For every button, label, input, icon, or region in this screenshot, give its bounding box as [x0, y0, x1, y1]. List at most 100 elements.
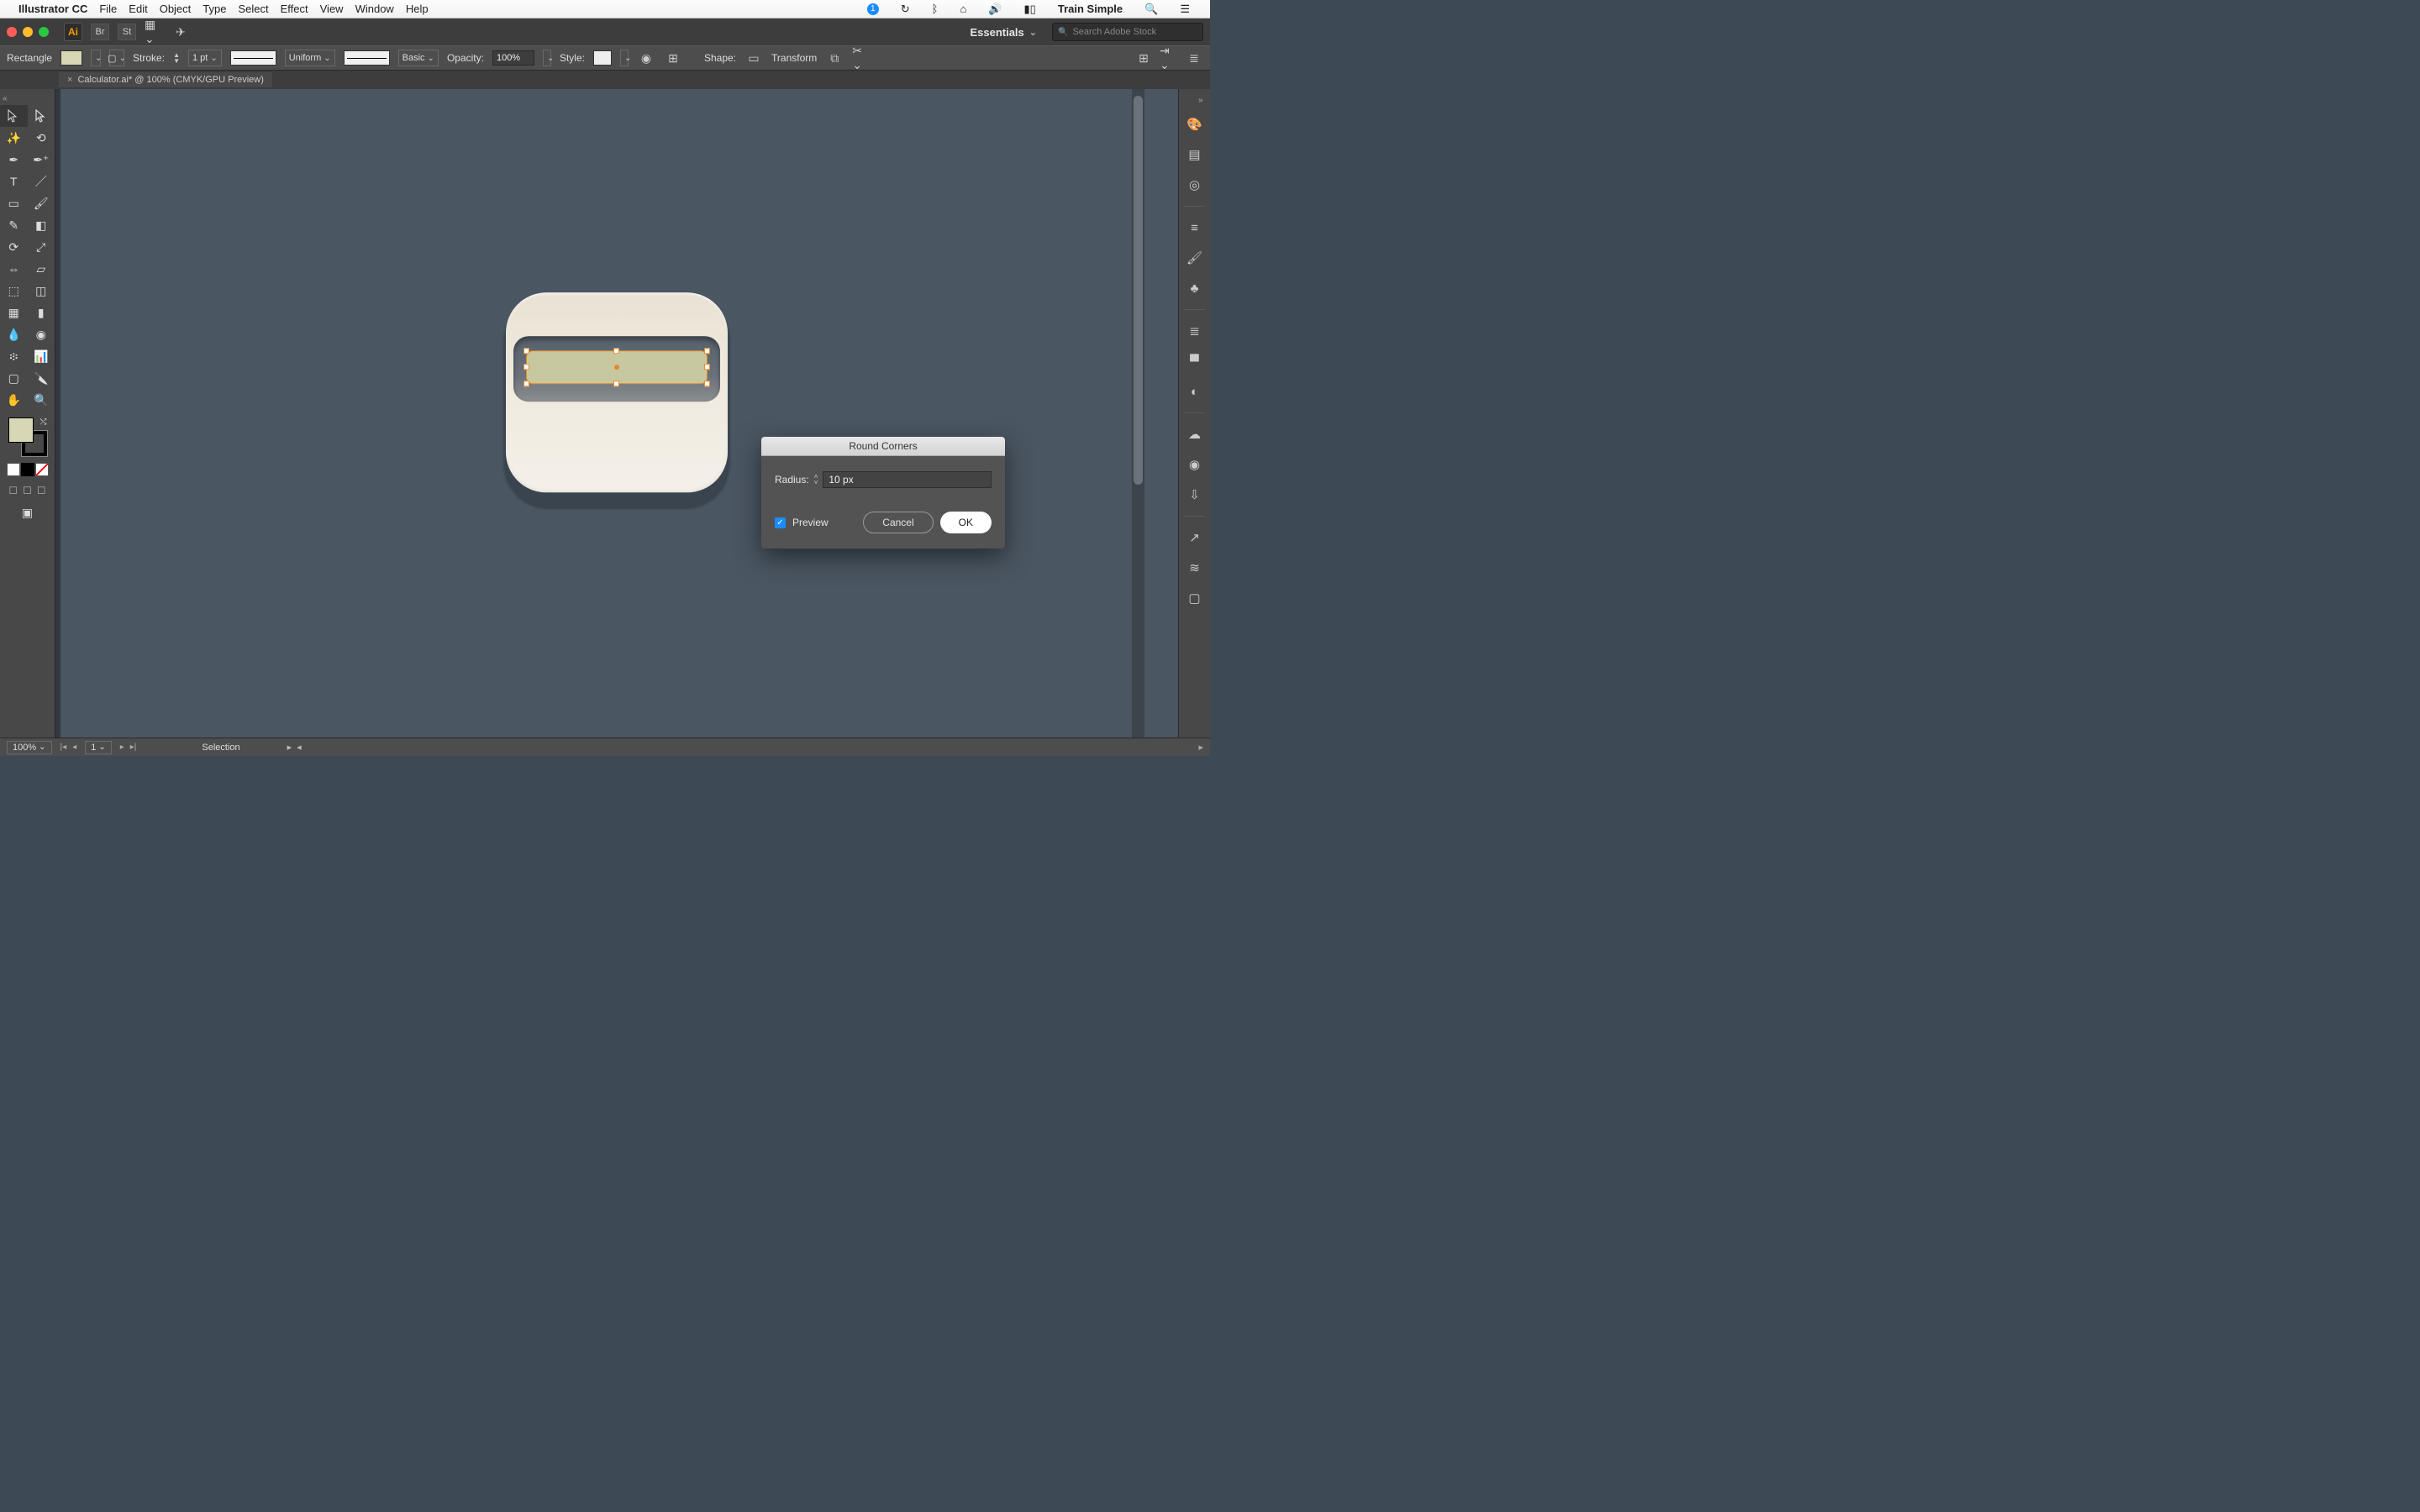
resize-handle[interactable]	[704, 364, 710, 370]
zoom-tool[interactable]: 🔍	[28, 389, 55, 411]
menu-list-icon[interactable]: ☰	[1180, 3, 1190, 16]
opacity-dropdown[interactable]	[543, 50, 551, 66]
fill-dropdown[interactable]	[91, 50, 101, 66]
gradient-tool[interactable]: ▮	[28, 302, 55, 323]
expand-panels-icon[interactable]: »	[1198, 96, 1207, 105]
stroke-type-dropdown[interactable]: Uniform	[285, 50, 335, 66]
stroke-swatch[interactable]: ▢	[109, 50, 124, 66]
paintbrush-tool[interactable]: 🖌	[28, 192, 55, 214]
fill-stroke-control[interactable]: ⤭	[8, 417, 47, 456]
selected-rectangle[interactable]	[526, 350, 708, 384]
stock-button[interactable]: St	[118, 24, 136, 40]
cloud-sync-icon[interactable]: 1	[867, 3, 879, 15]
bluetooth-icon[interactable]: ᛒ	[932, 3, 939, 15]
brushes-panel-icon[interactable]: 🖌	[1184, 247, 1206, 269]
asset-export-panel-icon[interactable]: ⇩	[1184, 484, 1206, 506]
mesh-tool[interactable]: ▦	[0, 302, 28, 323]
free-transform-tool[interactable]: ▱	[28, 258, 55, 280]
account-name[interactable]: Train Simple	[1058, 3, 1123, 15]
app-menu[interactable]: Illustrator CC	[18, 3, 87, 15]
artboard-dropdown[interactable]: 1	[85, 741, 112, 754]
stroke-profile[interactable]	[230, 50, 276, 66]
layers-panel-icon[interactable]: ≋	[1184, 557, 1206, 579]
perspective-tool[interactable]: ◫	[28, 280, 55, 302]
grid-icon[interactable]: ⊞	[1134, 49, 1153, 67]
transparency-panel-icon[interactable]: ◐	[1184, 381, 1206, 402]
radius-input[interactable]	[823, 471, 992, 488]
resize-handle[interactable]	[704, 348, 710, 354]
cancel-button[interactable]: Cancel	[863, 512, 933, 533]
rectangle-tool[interactable]: ▭	[0, 192, 28, 214]
zoom-dropdown[interactable]: 100%	[7, 741, 52, 754]
scale-tool[interactable]: ⤢	[28, 236, 55, 258]
edit-icon[interactable]: ✂ ⌄	[852, 49, 871, 67]
brush-definition[interactable]	[344, 50, 390, 66]
pen-tool[interactable]: ✒	[0, 149, 28, 171]
preview-checkbox[interactable]: ✓	[775, 517, 786, 528]
radius-stepper[interactable]: ˄˅	[814, 474, 818, 486]
export-panel-icon[interactable]: ↗	[1184, 527, 1206, 549]
fill-color-box[interactable]	[8, 417, 34, 443]
close-tab-icon[interactable]: ×	[67, 75, 72, 85]
libraries-panel-icon[interactable]: ☁	[1184, 423, 1206, 445]
dropbox-icon[interactable]: ⌂	[960, 3, 966, 15]
appearance-panel-icon[interactable]: ◉	[1184, 454, 1206, 475]
screen-mode-icon[interactable]: ▣	[22, 501, 33, 523]
lasso-tool[interactable]: ⟲	[28, 127, 55, 149]
stock-search-input[interactable]: Search Adobe Stock	[1052, 23, 1203, 41]
hand-tool[interactable]: ✋	[0, 389, 28, 411]
direct-selection-tool[interactable]	[28, 105, 55, 127]
swatches-panel-icon[interactable]: ▤	[1184, 144, 1206, 165]
menu-select[interactable]: Select	[238, 3, 268, 15]
transform-label[interactable]: Transform	[771, 52, 817, 64]
resize-handle[interactable]	[523, 364, 529, 370]
bridge-button[interactable]: Br	[91, 24, 109, 40]
menu-edit[interactable]: Edit	[129, 3, 147, 15]
panel-menu-icon[interactable]: ≣	[1185, 49, 1203, 67]
menu-object[interactable]: Object	[160, 3, 192, 15]
minimize-window[interactable]	[23, 27, 33, 37]
collapse-tools-icon[interactable]: «	[3, 94, 11, 103]
shaper-tool[interactable]: ✎	[0, 214, 28, 236]
menu-help[interactable]: Help	[406, 3, 429, 15]
canvas[interactable]: Round Corners Radius: ˄˅ ✓ Preview Cance…	[55, 89, 1178, 738]
column-graph-tool[interactable]: 📊	[28, 345, 55, 367]
document-tab[interactable]: × Calculator.ai* @ 100% (CMYK/GPU Previe…	[59, 72, 272, 87]
brush-dropdown[interactable]: Basic	[398, 50, 439, 66]
color-mode-black[interactable]	[21, 463, 34, 476]
resize-handle[interactable]	[704, 381, 710, 386]
graphic-style-swatch[interactable]	[593, 50, 612, 66]
swap-fill-stroke-icon[interactable]: ⤭	[40, 417, 47, 427]
zoom-window[interactable]	[39, 27, 49, 37]
shape-builder-tool[interactable]: ⬚	[0, 280, 28, 302]
menu-view[interactable]: View	[320, 3, 344, 15]
ok-button[interactable]: OK	[940, 512, 992, 533]
resize-handle[interactable]	[613, 381, 619, 386]
align-icon[interactable]: ⊞	[664, 49, 682, 67]
shape-props-icon[interactable]: ▭	[744, 49, 763, 67]
artboards-panel-icon[interactable]: ▢	[1184, 587, 1206, 609]
status-arrows[interactable]: ▸◂	[287, 742, 302, 753]
menu-effect[interactable]: Effect	[281, 3, 308, 15]
symbols-panel-icon[interactable]: ♣	[1184, 277, 1206, 299]
menu-window[interactable]: Window	[355, 3, 394, 15]
eraser-tool[interactable]: ◧	[28, 214, 55, 236]
slice-tool[interactable]: 🔪	[28, 367, 55, 389]
artboard-nav[interactable]: |◂◂	[59, 743, 79, 752]
color-panel-icon[interactable]: 🎨	[1184, 113, 1206, 135]
resize-handle[interactable]	[613, 348, 619, 354]
gpu-icon[interactable]: ✈	[171, 23, 190, 41]
opacity-input[interactable]: 100%	[492, 50, 534, 66]
color-mode-none[interactable]	[35, 463, 49, 476]
draw-inside-icon[interactable]: ◻	[37, 483, 46, 496]
type-tool[interactable]: T	[0, 171, 28, 192]
scrollbar-thumb[interactable]	[1134, 96, 1143, 485]
resize-handle[interactable]	[523, 348, 529, 354]
menu-file[interactable]: File	[99, 3, 117, 15]
blend-tool[interactable]: ◉	[28, 323, 55, 345]
color-guide-panel-icon[interactable]: ◎	[1184, 174, 1206, 196]
workspace-switcher[interactable]: Essentials	[961, 23, 1045, 42]
style-dropdown[interactable]	[620, 50, 629, 66]
stroke-weight-stepper[interactable]: ▲▼	[173, 52, 180, 64]
isolate-icon[interactable]: ⧉	[825, 49, 844, 67]
